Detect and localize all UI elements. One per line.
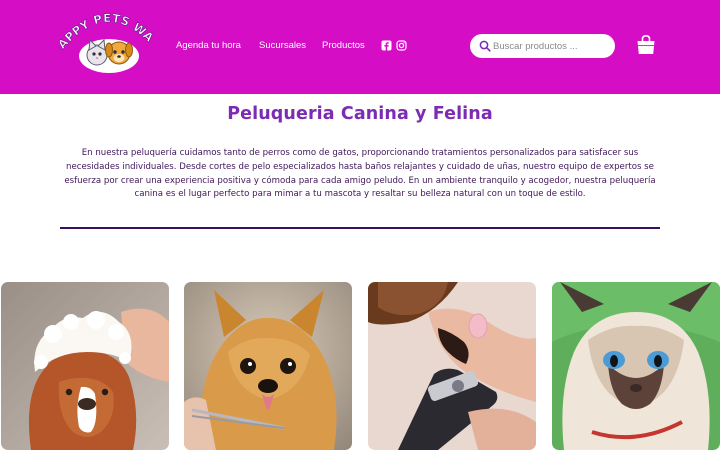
gallery-image-siamese-kitten[interactable] [552,282,720,450]
gallery-image-dog-bath[interactable] [1,282,169,450]
nav-productos-link[interactable]: Productos [322,39,365,53]
facebook-icon[interactable] [381,40,392,51]
nav-sucursales-link[interactable]: Sucursales [259,39,306,53]
nav-agenda-link[interactable]: Agenda tu hora [176,39,241,53]
search-icon [479,40,491,52]
gallery-image-yorkie-haircut[interactable] [184,282,352,450]
site-header: HAPPY PETS WASH Agenda tu hora Sucursale… [0,0,720,94]
gallery-image-nail-trim[interactable] [368,282,536,450]
instagram-icon[interactable] [396,40,407,51]
intro-paragraph: En nuestra peluquería cuidamos tanto de … [64,148,656,200]
page-title: Peluqueria Canina y Felina [227,104,493,124]
site-logo[interactable]: HAPPY PETS WASH [60,6,158,74]
search-box [470,34,615,58]
section-divider [60,227,660,229]
search-input[interactable] [493,37,609,55]
shopping-bag-icon[interactable] [634,33,658,57]
